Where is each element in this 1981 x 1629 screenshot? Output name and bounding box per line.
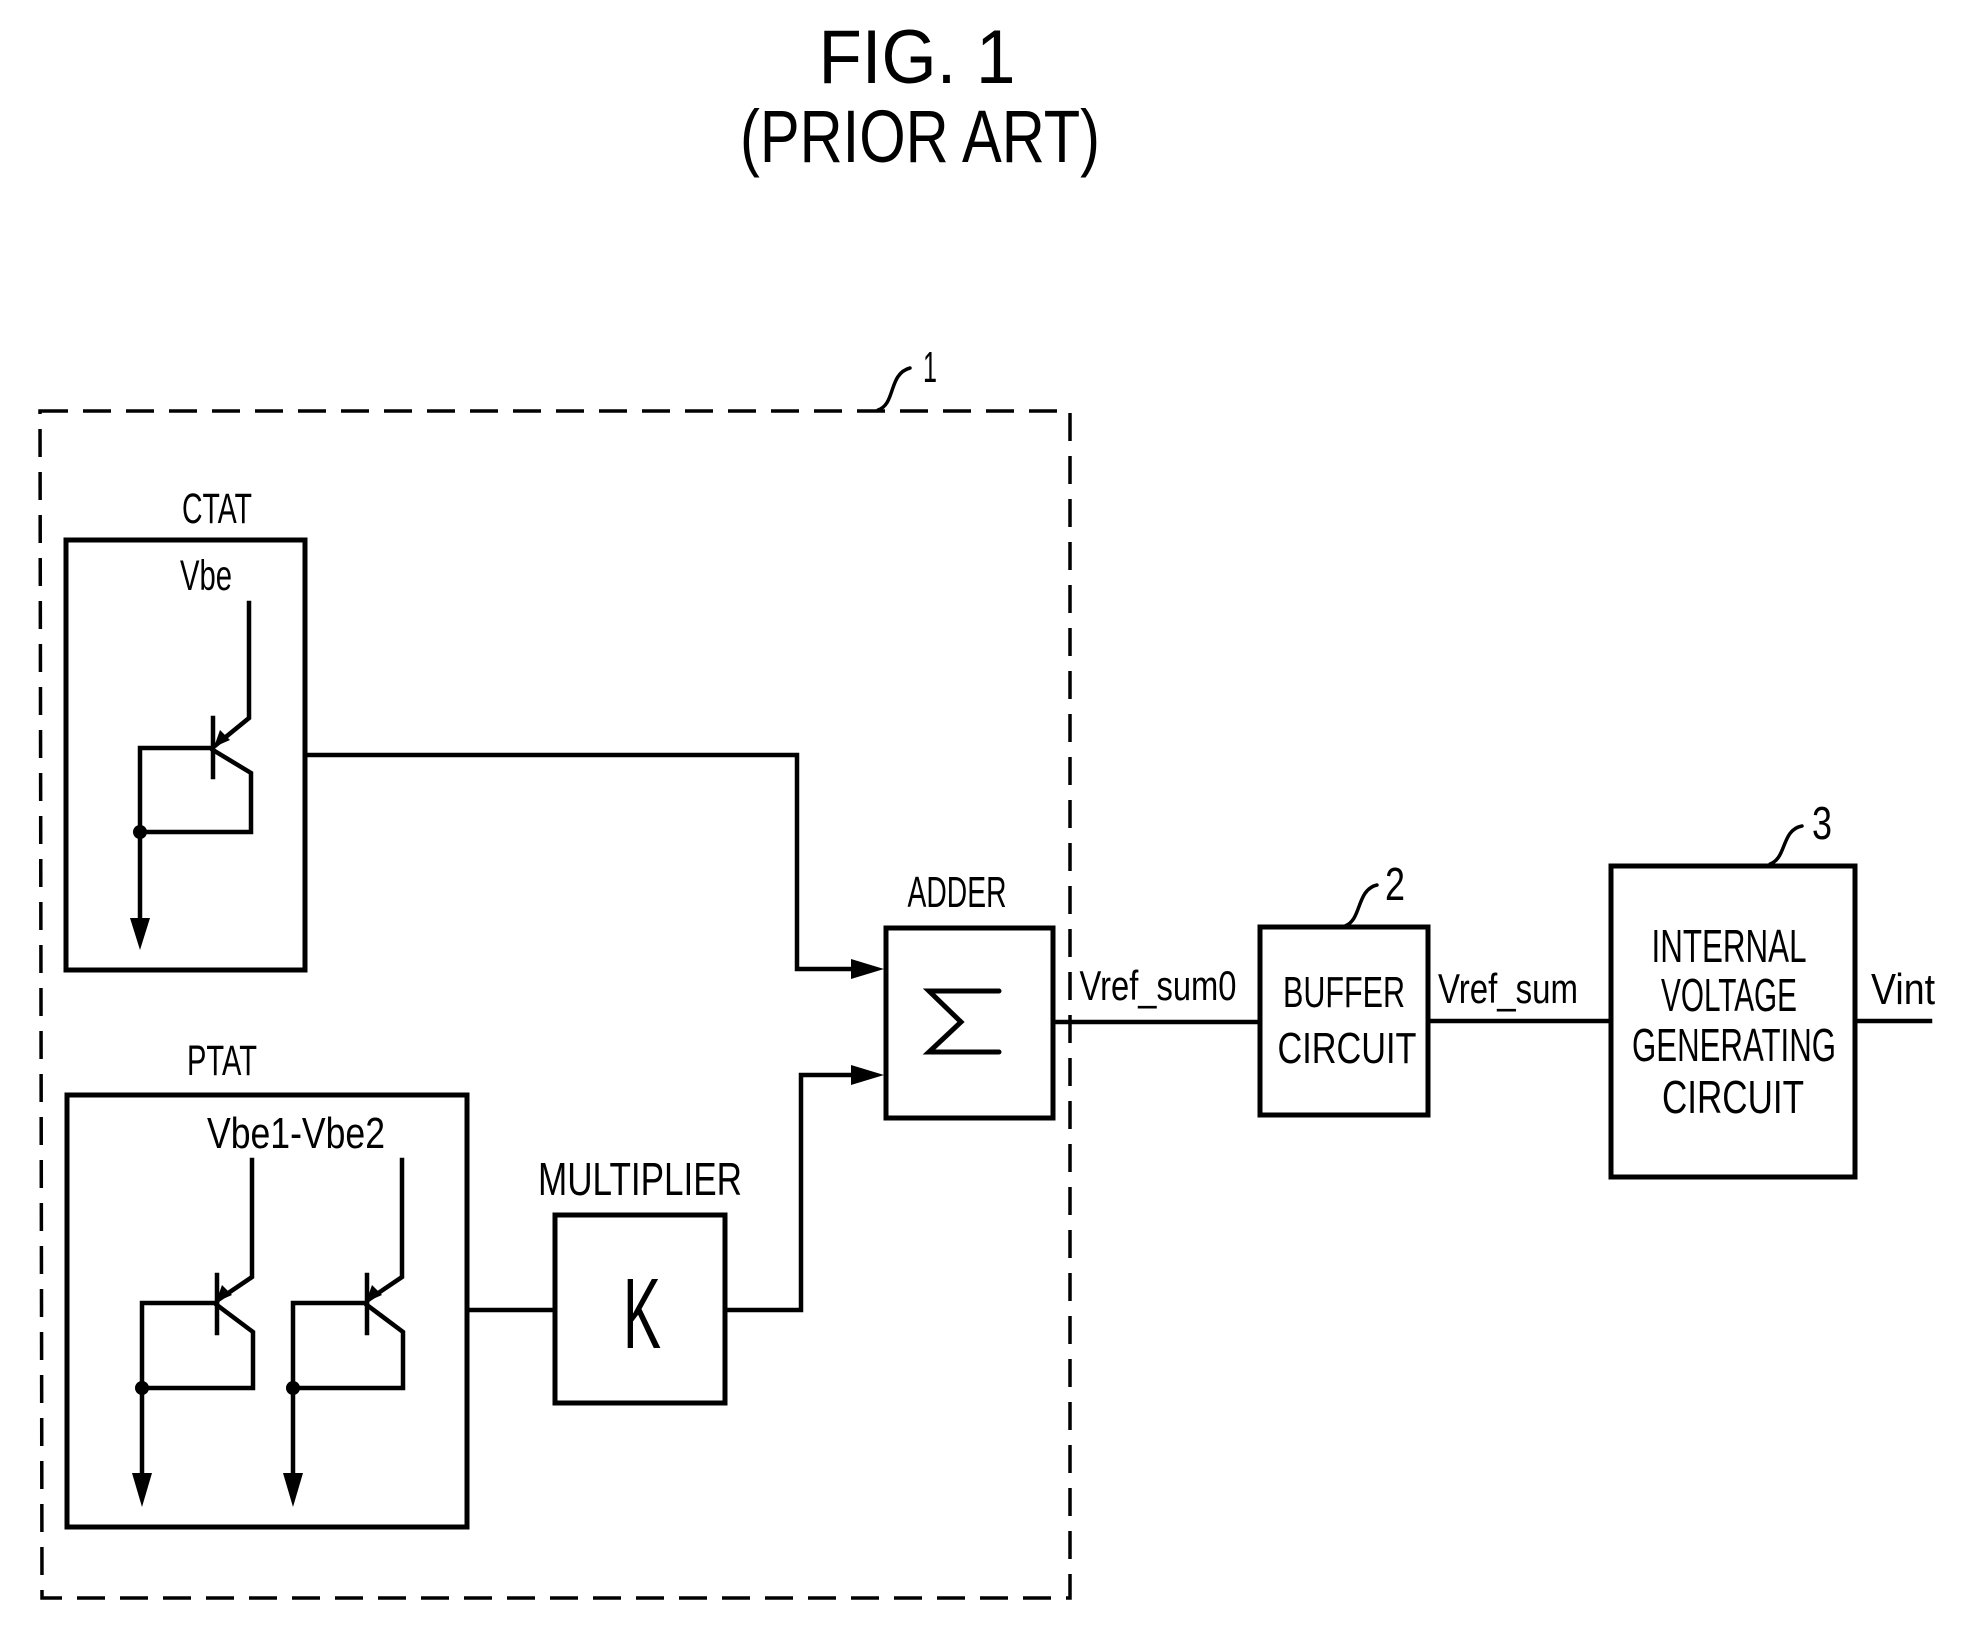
multiplier-block: MULTIPLIER K xyxy=(538,1153,742,1406)
arrow-right-icon xyxy=(851,1065,884,1085)
ref-leader-2 xyxy=(1343,883,1379,928)
multiplier-to-adder-wire xyxy=(722,1072,858,1313)
multiplier-label: MULTIPLIER xyxy=(538,1153,742,1205)
junction-dot xyxy=(135,1381,149,1395)
junction-dot xyxy=(133,825,147,839)
internal-label-line2: VOLTAGE xyxy=(1661,969,1797,1021)
ptat-box xyxy=(64,1092,470,1530)
figure-subtitle: (PRIOR ART) xyxy=(740,95,1100,178)
ref-numeral-2: 2 xyxy=(1385,858,1405,910)
vref-sum0-label: Vref_sum0 xyxy=(1080,962,1237,1009)
internal-voltage-generator-block: 3 INTERNAL VOLTAGE GENERATING CIRCUIT xyxy=(1608,797,1858,1180)
ref-leader-1 xyxy=(876,366,912,412)
figure-title: FIG. 1 xyxy=(819,15,1016,100)
buffer-box xyxy=(1257,924,1431,1118)
ctat-to-adder-wire xyxy=(302,752,858,972)
ptat-block: PTAT Vbe1-Vbe2 xyxy=(64,1037,470,1530)
internal-label-line4: CIRCUIT xyxy=(1662,1071,1804,1123)
buffer-circuit-block: 2 BUFFER CIRCUIT xyxy=(1257,858,1431,1118)
ref-numeral-3: 3 xyxy=(1812,797,1832,849)
ctat-box xyxy=(63,537,308,973)
ref-leader-3 xyxy=(1768,824,1804,866)
vref-sum-label: Vref_sum xyxy=(1438,965,1578,1012)
ptat-signal-label: Vbe1-Vbe2 xyxy=(207,1109,385,1158)
buffer-label-line1: BUFFER xyxy=(1283,968,1405,1017)
arrow-right-icon xyxy=(851,959,884,979)
adder-block: ADDER xyxy=(883,868,1056,1121)
ctat-label: CTAT xyxy=(182,485,252,533)
ctat-block: CTAT Vbe xyxy=(63,485,308,973)
buffer-label-line2: CIRCUIT xyxy=(1278,1024,1417,1073)
adder-label: ADDER xyxy=(908,868,1007,917)
multiplier-symbol: K xyxy=(623,1258,661,1370)
adder-box xyxy=(883,925,1056,1121)
ctat-signal-label: Vbe xyxy=(180,552,232,600)
junction-dot xyxy=(286,1381,300,1395)
ref-numeral-1: 1 xyxy=(923,343,937,392)
circuit-diagram: FIG. 1 (PRIOR ART) 1 CTAT Vbe PTAT Vbe1-… xyxy=(38,15,1935,1600)
internal-label-line3: GENERATING xyxy=(1632,1019,1836,1071)
vint-label: Vint xyxy=(1871,965,1935,1014)
internal-label-line1: INTERNAL xyxy=(1652,920,1807,972)
ptat-label: PTAT xyxy=(187,1037,257,1085)
reference-voltage-block: 1 CTAT Vbe PTAT Vbe1-Vbe2 MULTIPLIER K A… xyxy=(38,343,1072,1600)
